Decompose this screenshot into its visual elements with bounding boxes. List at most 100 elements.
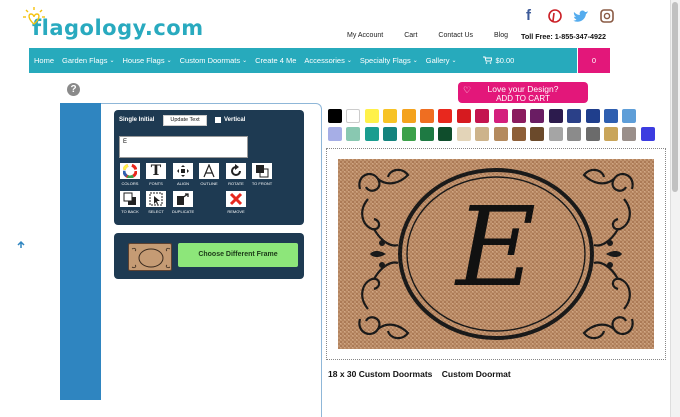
color-swatch[interactable]	[383, 109, 398, 123]
link-contact-us[interactable]: Contact Us	[438, 32, 473, 39]
tool-select[interactable]: SELECT	[145, 191, 167, 214]
twitter-icon[interactable]	[572, 7, 589, 24]
color-swatch[interactable]	[475, 109, 490, 123]
tool-duplicate[interactable]: DUPLICATE	[172, 191, 194, 214]
sidebar-item-redo[interactable]: redo	[0, 364, 41, 390]
color-swatch[interactable]	[456, 127, 471, 141]
upload-icon	[13, 237, 28, 251]
shapes-icon	[7, 153, 35, 167]
color-swatch[interactable]	[328, 127, 342, 141]
nav-house-flags[interactable]: House Flags ⌄	[119, 48, 176, 73]
color-swatch[interactable]	[585, 127, 600, 141]
tool-to-front[interactable]: TO FRONT	[251, 163, 273, 186]
cart-count-badge[interactable]: 0	[578, 48, 610, 73]
color-swatch[interactable]	[640, 127, 655, 141]
nav-create-4-me[interactable]: Create 4 Me	[251, 48, 300, 73]
color-swatch[interactable]	[622, 127, 637, 141]
vertical-checkbox[interactable]: Vertical	[215, 117, 245, 123]
pinterest-icon[interactable]	[546, 7, 563, 24]
color-swatch[interactable]	[567, 109, 582, 123]
sun-heart-icon	[23, 7, 45, 25]
color-swatch[interactable]	[346, 109, 361, 123]
link-my-account[interactable]: My Account	[347, 32, 383, 39]
color-swatch[interactable]	[493, 127, 508, 141]
align-arrows-icon	[173, 163, 193, 179]
nav-custom-doormats[interactable]: Custom Doormats ⌄	[176, 48, 251, 73]
chevron-down-icon: ⌄	[109, 58, 115, 64]
link-blog[interactable]: Blog	[494, 32, 508, 39]
nav-garden-flags[interactable]: Garden Flags ⌄	[58, 48, 118, 73]
tool-to-back[interactable]: TO BACK	[119, 191, 141, 214]
nav-home[interactable]: Home	[29, 48, 58, 73]
color-swatch[interactable]	[420, 109, 434, 123]
color-swatch[interactable]	[548, 109, 563, 123]
color-swatch[interactable]	[401, 127, 416, 141]
main-nav: Home Garden Flags ⌄ House Flags ⌄ Custom D…	[29, 48, 577, 73]
sidebar-item-undo[interactable]: undo	[0, 321, 41, 347]
product-caption: 18 x 30 Custom Doormats Custom Doormat	[328, 369, 511, 379]
tool-outline[interactable]: OUTLINE	[198, 163, 220, 186]
color-swatch[interactable]	[328, 109, 342, 123]
color-swatch[interactable]	[364, 109, 379, 123]
color-wheel-icon	[120, 163, 140, 179]
color-swatch[interactable]	[475, 127, 490, 141]
sidebar-item-add-shape[interactable]: add shape	[0, 152, 41, 176]
update-text-button[interactable]: Update Text	[163, 115, 207, 126]
color-swatch[interactable]	[493, 109, 508, 123]
nav-accessories[interactable]: Accessories ⌄	[300, 48, 355, 73]
chevron-down-icon: ⌄	[166, 58, 172, 64]
frame-thumbnail[interactable]	[128, 243, 172, 271]
color-swatch[interactable]	[512, 127, 526, 141]
color-swatch[interactable]	[346, 127, 361, 141]
social-links: f	[520, 7, 615, 24]
facebook-icon[interactable]: f	[520, 7, 537, 24]
sidebar-item-my-designs[interactable]: my designs	[0, 278, 41, 306]
add-to-cart-button[interactable]: ♡ Love your Design? ADD TO CART	[458, 82, 588, 103]
text-input[interactable]: E	[119, 136, 248, 158]
color-swatch[interactable]	[585, 109, 600, 123]
nav-gallery[interactable]: Gallery ⌄	[422, 48, 461, 73]
color-swatch[interactable]	[604, 127, 618, 141]
tool-align[interactable]: ALIGN	[172, 163, 194, 186]
choose-frame-button[interactable]: Choose Different Frame	[178, 243, 298, 267]
sidebar-item-add-text[interactable]: Tt add text	[0, 109, 41, 136]
tool-fonts[interactable]: T FONTS	[145, 163, 167, 186]
cta-line2: ADD TO CART	[496, 94, 550, 103]
rotate-icon	[226, 163, 246, 179]
color-swatch[interactable]	[383, 127, 398, 141]
cart-icon	[482, 56, 493, 66]
tool-rotate[interactable]: ROTATE	[225, 163, 247, 186]
nav-specialty-flags[interactable]: Specialty Flags ⌄	[356, 48, 422, 73]
instagram-icon[interactable]	[598, 7, 615, 24]
clipart-icon	[11, 193, 30, 209]
outline-a-icon	[199, 163, 219, 179]
color-swatch[interactable]	[456, 109, 471, 123]
color-swatch[interactable]	[622, 109, 637, 123]
color-swatch[interactable]	[512, 109, 526, 123]
help-icon[interactable]: ?	[67, 83, 80, 96]
single-initial-label: Single Initial	[119, 117, 155, 123]
select-icon	[146, 191, 166, 207]
color-swatch[interactable]	[567, 127, 582, 141]
scrollbar-thumb[interactable]	[672, 2, 678, 192]
color-swatch[interactable]	[548, 127, 563, 141]
color-swatch[interactable]	[364, 127, 379, 141]
color-swatch[interactable]	[420, 127, 434, 141]
cta-line1: Love your Design?	[487, 84, 559, 94]
sidebar-item-add-clipart[interactable]: add clipart	[0, 193, 41, 217]
color-swatch[interactable]	[530, 127, 545, 141]
logo[interactable]: flagology.com	[22, 6, 204, 40]
color-swatch[interactable]	[401, 109, 416, 123]
color-swatch[interactable]	[438, 109, 453, 123]
sidebar-item-upload-photo[interactable]: upload photo	[0, 236, 41, 260]
color-swatch[interactable]	[438, 127, 453, 141]
doormat-design[interactable]: E	[338, 159, 654, 349]
tool-colors[interactable]: COLORS	[119, 163, 141, 186]
nav-cart[interactable]: $0.00	[479, 48, 519, 73]
link-cart[interactable]: Cart	[404, 32, 417, 39]
color-swatch[interactable]	[530, 109, 545, 123]
tool-remove[interactable]: REMOVE	[225, 191, 247, 214]
monogram-letter[interactable]: E	[454, 183, 536, 311]
color-swatch[interactable]	[604, 109, 618, 123]
checkbox-box[interactable]	[215, 117, 221, 123]
